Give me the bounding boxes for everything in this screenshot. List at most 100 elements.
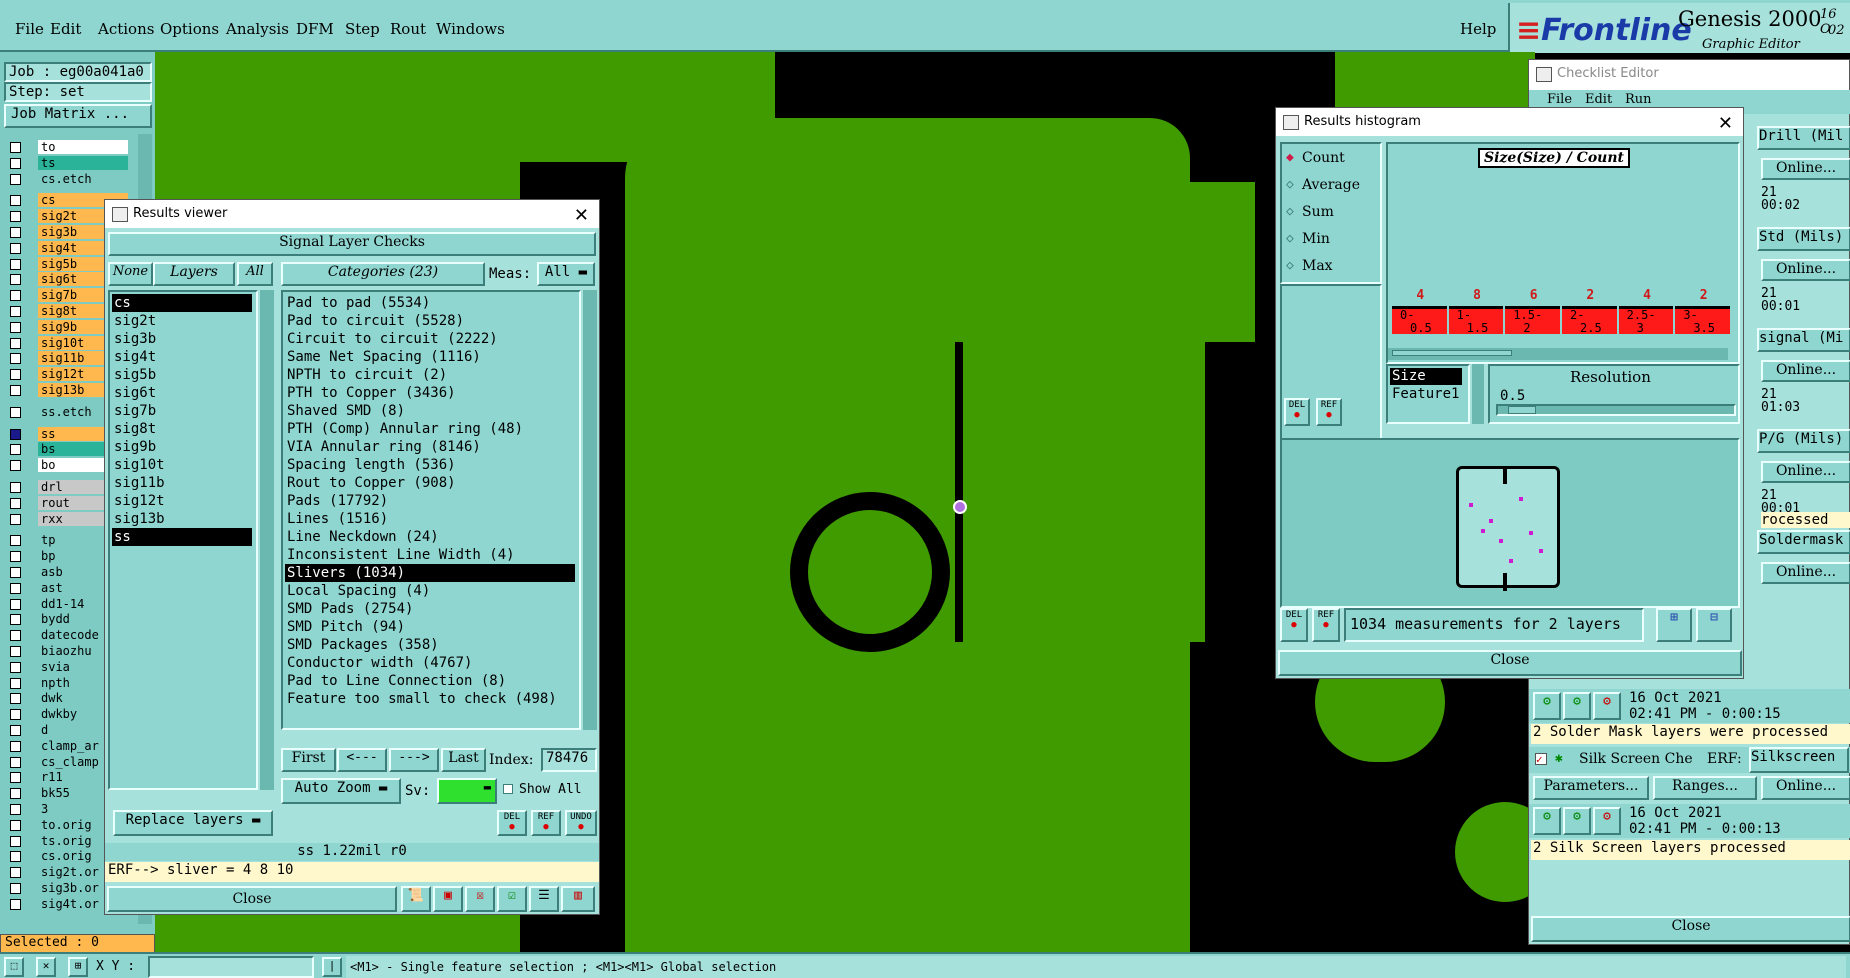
- menu-edit[interactable]: Edit: [50, 20, 81, 38]
- layer-checkbox[interactable]: [10, 598, 21, 610]
- category-item[interactable]: Shaved SMD (8): [285, 402, 575, 420]
- category-item[interactable]: VIA Annular ring (8146): [285, 438, 575, 456]
- show-all-checkbox[interactable]: [503, 784, 513, 794]
- layer-row[interactable]: clamp_ar: [8, 738, 128, 754]
- prev-button[interactable]: <---: [337, 748, 387, 772]
- layer-checkbox[interactable]: [10, 369, 21, 381]
- layer-checkbox[interactable]: [10, 444, 21, 456]
- result-layer-item[interactable]: sig12t: [112, 492, 252, 510]
- checklist-close-button[interactable]: Close: [1531, 916, 1850, 942]
- category-item[interactable]: Slivers (1034): [285, 564, 575, 582]
- categories-button[interactable]: Categories (23): [281, 262, 485, 286]
- layer-row[interactable]: dwkby: [8, 707, 128, 722]
- layer-name[interactable]: ts: [38, 155, 128, 170]
- layer-row[interactable]: sig3b.or: [8, 881, 128, 896]
- select-tool-icon[interactable]: ⬚: [4, 957, 24, 977]
- layer-checkbox[interactable]: [10, 195, 21, 207]
- result-layer-item[interactable]: sig6t: [112, 384, 252, 402]
- menu-help[interactable]: Help: [1460, 20, 1496, 38]
- layer-row[interactable]: r11: [8, 770, 128, 785]
- radio-icon[interactable]: ◇: [1286, 204, 1294, 219]
- ranges-button[interactable]: Ranges...: [1653, 776, 1757, 800]
- layer-row[interactable]: to.orig: [8, 817, 128, 833]
- category-item[interactable]: Line Neckdown (24): [285, 528, 575, 546]
- run-icon[interactable]: ⚙: [1563, 807, 1591, 835]
- chart-scrollbar[interactable]: [1388, 348, 1728, 360]
- cross-tool-icon[interactable]: ✕: [36, 957, 56, 977]
- result-layer-item[interactable]: sig4t: [112, 348, 252, 366]
- layer-row[interactable]: sig5b: [8, 256, 128, 272]
- layer-row[interactable]: bs: [8, 442, 128, 457]
- layer-row[interactable]: ss: [8, 426, 128, 442]
- layer-name[interactable]: to: [38, 140, 128, 154]
- layer-checkbox[interactable]: [10, 321, 21, 333]
- size-list-item[interactable]: Feature1: [1390, 386, 1462, 403]
- histogram-close-button[interactable]: Close: [1278, 650, 1742, 676]
- notes-icon[interactable]: ☰: [529, 886, 559, 912]
- layer-checkbox[interactable]: [10, 428, 21, 440]
- online-button[interactable]: Online...: [1761, 360, 1850, 382]
- result-layer-item[interactable]: sig5b: [112, 366, 252, 384]
- online-button[interactable]: Online...: [1761, 158, 1850, 180]
- category-item[interactable]: Same Net Spacing (1116): [285, 348, 575, 366]
- histogram-bar[interactable]: 1- 1.5: [1448, 306, 1504, 335]
- aggregate-radio[interactable]: ◆ Count: [1286, 150, 1378, 177]
- layer-row[interactable]: sig6t: [8, 272, 128, 287]
- del-button[interactable]: DEL ●: [1284, 398, 1310, 426]
- auto-zoom-dropdown[interactable]: Auto Zoom ▬: [281, 778, 401, 804]
- xy-input[interactable]: [148, 956, 314, 978]
- layer-row[interactable]: cs.orig: [8, 849, 128, 864]
- layer-checkbox[interactable]: [10, 740, 21, 752]
- layer-row[interactable]: cs: [8, 193, 128, 208]
- layer-checkbox[interactable]: [10, 693, 21, 705]
- histogram-bar[interactable]: 0- 0.5: [1392, 306, 1447, 335]
- layer-checkbox[interactable]: [10, 290, 21, 302]
- category-item[interactable]: Rout to Copper (908): [285, 474, 575, 492]
- parameters-button[interactable]: Parameters...: [1533, 776, 1649, 800]
- online-button[interactable]: Online...: [1761, 461, 1850, 483]
- aggregate-radio[interactable]: ◇ Average: [1286, 177, 1378, 204]
- category-item[interactable]: PTH to Copper (3436): [285, 384, 575, 402]
- report-icon[interactable]: 📜: [401, 886, 431, 912]
- zoom-fit-icon[interactable]: ⊞: [1656, 608, 1692, 642]
- layer-checkbox[interactable]: [10, 819, 21, 831]
- category-item[interactable]: SMD Packages (358): [285, 636, 575, 654]
- layer-row[interactable]: to: [8, 140, 128, 155]
- category-item[interactable]: Conductor width (4767): [285, 654, 575, 672]
- size-list-item[interactable]: Size: [1390, 368, 1462, 385]
- category-item[interactable]: Pad to circuit (5528): [285, 312, 575, 330]
- radio-icon[interactable]: ◇: [1286, 231, 1294, 246]
- layer-row[interactable]: sig2t.or: [8, 865, 128, 880]
- result-layer-item[interactable]: sig9b: [112, 438, 252, 456]
- zoom-selected-icon[interactable]: ⊟: [1696, 608, 1732, 642]
- layer-checkbox[interactable]: [10, 788, 21, 800]
- category-item[interactable]: Pad to Line Connection (8): [285, 672, 575, 690]
- run-icon[interactable]: ⚙: [1533, 692, 1561, 720]
- layer-row[interactable]: sig2t: [8, 209, 128, 224]
- layer-row[interactable]: bp: [8, 549, 128, 564]
- histogram-bar[interactable]: 3- 3.5: [1675, 306, 1730, 335]
- menu-options[interactable]: Options: [160, 20, 219, 38]
- layer-checkbox[interactable]: [10, 677, 21, 689]
- result-layer-item[interactable]: cs: [112, 294, 252, 312]
- layer-row[interactable]: sig9b: [8, 319, 128, 335]
- category-item[interactable]: Spacing length (536): [285, 456, 575, 474]
- run-icon[interactable]: ⚙: [1533, 807, 1561, 835]
- category-item[interactable]: PTH (Comp) Annular ring (48): [285, 420, 575, 438]
- selection-marker[interactable]: [953, 500, 967, 514]
- layer-row[interactable]: d: [8, 723, 128, 738]
- layer-checkbox[interactable]: [10, 173, 21, 185]
- result-layer-item[interactable]: sig8t: [112, 420, 252, 438]
- layer-row[interactable]: sig4t.or: [8, 896, 128, 912]
- info-icon[interactable]: |: [322, 957, 342, 977]
- none-button[interactable]: None: [108, 262, 153, 286]
- undo-button[interactable]: UNDO ●: [565, 810, 597, 836]
- layer-row[interactable]: svia: [8, 659, 128, 675]
- layer-checkbox[interactable]: [10, 709, 21, 721]
- layer-row[interactable]: sig12t: [8, 367, 128, 382]
- layers-scrollbar[interactable]: [260, 290, 274, 790]
- category-item[interactable]: Lines (1516): [285, 510, 575, 528]
- scroll-thumb[interactable]: [1392, 350, 1512, 356]
- layer-row[interactable]: rout: [8, 495, 128, 511]
- layer-name[interactable]: cs.etch: [38, 171, 128, 186]
